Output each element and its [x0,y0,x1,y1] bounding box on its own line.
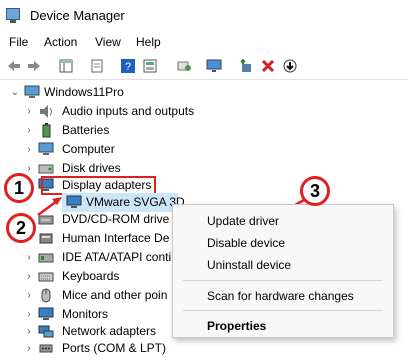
context-menu: Update driver Disable device Uninstall d… [172,204,394,338]
menu-item-update-driver[interactable]: Update driver [207,214,279,228]
annotation-arrow-2 [37,199,58,217]
annotation-badge-2: 2 [6,213,36,243]
menu-separator [183,310,383,311]
annotation-badge-3: 3 [300,176,330,206]
menu-item-properties[interactable]: Properties [207,319,266,333]
menu-item-uninstall-device[interactable]: Uninstall device [207,258,291,272]
annotation-badge-1: 1 [4,173,34,203]
menu-separator [183,280,383,281]
menu-item-disable-device[interactable]: Disable device [207,236,285,250]
menu-item-scan-hardware[interactable]: Scan for hardware changes [207,289,354,303]
